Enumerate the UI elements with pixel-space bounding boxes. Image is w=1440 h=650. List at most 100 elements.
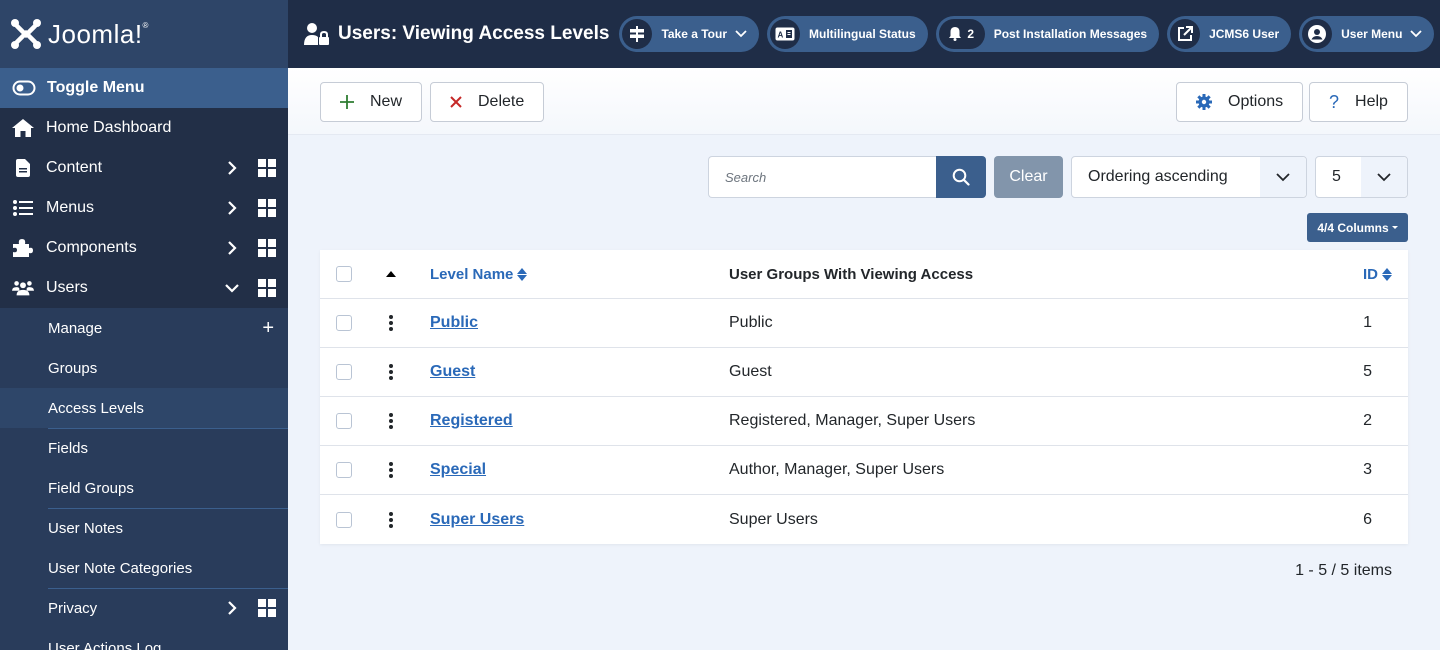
sidebar-item-label: Users	[46, 279, 88, 296]
drag-handle[interactable]	[386, 462, 396, 478]
row-checkbox[interactable]	[336, 511, 352, 528]
user-groups-cell: Public	[729, 314, 773, 331]
submenu-item-fields[interactable]: Fields	[0, 428, 288, 468]
toggle-menu-label: Toggle Menu	[47, 79, 145, 96]
ellipsis-vertical-icon	[389, 462, 393, 478]
chevron-down-icon[interactable]	[224, 283, 240, 293]
submenu-item-label: Privacy	[48, 599, 98, 617]
row-checkbox[interactable]	[336, 413, 352, 429]
sidebar-item-label: Content	[46, 159, 103, 176]
post-installation-messages-button[interactable]: 2 Post Installation Messages	[935, 16, 1160, 52]
level-name-link[interactable]: Guest	[430, 363, 475, 381]
external-link-icon	[1170, 19, 1201, 49]
drag-handle[interactable]	[386, 364, 396, 380]
chevron-right-icon[interactable]	[224, 600, 240, 616]
chevron-right-icon[interactable]	[224, 200, 240, 216]
columns-toggle-button[interactable]: 4/4 Columns	[1307, 213, 1408, 242]
table-header-row: Level Name User Groups With Viewing Acce…	[320, 250, 1408, 299]
post-installation-messages-label: Post Installation Messages	[993, 27, 1148, 41]
submenu-item-manage[interactable]: Manage +	[0, 308, 288, 348]
chevron-right-icon[interactable]	[224, 160, 240, 176]
search-button[interactable]	[936, 156, 986, 198]
submenu-item-label: Groups	[48, 359, 98, 377]
dashboard-grid-icon[interactable]	[258, 279, 276, 297]
submenu-item-label: Manage	[48, 319, 103, 337]
row-checkbox[interactable]	[336, 315, 352, 331]
ellipsis-vertical-icon	[389, 315, 393, 331]
submenu-item-field-groups[interactable]: Field Groups	[0, 468, 288, 508]
drag-handle[interactable]	[386, 315, 396, 331]
access-levels-table: Level Name User Groups With Viewing Acce…	[320, 250, 1408, 544]
options-button[interactable]: Options	[1176, 82, 1304, 122]
sidebar: Joomla!® Toggle Menu Home Dashboard Cont…	[0, 0, 288, 650]
caret-down-icon	[1391, 226, 1398, 229]
delete-button[interactable]: Delete	[430, 82, 545, 122]
joomla-logo[interactable]: Joomla!®	[10, 18, 149, 50]
row-checkbox[interactable]	[336, 364, 352, 380]
columns-label: 4/4 Columns	[1317, 220, 1389, 235]
user-groups-cell: Super Users	[729, 510, 818, 528]
select-all-checkbox[interactable]	[336, 266, 352, 282]
take-a-tour-button[interactable]: Take a Tour	[619, 16, 760, 52]
header: Users: Viewing Access Levels Take a Tour…	[288, 0, 1440, 68]
sidebar-item-users[interactable]: Users	[0, 268, 288, 308]
search-input[interactable]	[708, 156, 937, 198]
sidebar-item-menus[interactable]: Menus	[0, 188, 288, 228]
dashboard-grid-icon[interactable]	[258, 599, 276, 617]
id-header[interactable]: ID	[1363, 266, 1392, 283]
drag-handle[interactable]	[386, 413, 396, 429]
chevron-down-icon	[1260, 157, 1306, 197]
joomla-logo-icon	[11, 19, 41, 49]
submenu-item-groups[interactable]: Groups	[0, 348, 288, 388]
list-icon	[12, 200, 34, 216]
users-icon	[12, 280, 34, 296]
submenu-item-user-note-categories[interactable]: User Note Categories	[0, 548, 288, 588]
level-name-header[interactable]: Level Name	[430, 266, 528, 283]
toolbar: New Delete Options ? Help	[288, 68, 1440, 135]
site-link-button[interactable]: JCMS6 User	[1167, 16, 1292, 52]
level-name-link[interactable]: Registered	[430, 412, 513, 430]
user-groups-header: User Groups With Viewing Access	[729, 265, 974, 283]
submenu-item-privacy[interactable]: Privacy	[0, 588, 288, 628]
bell-icon	[949, 27, 962, 41]
users-submenu: Manage + Groups Access Levels Fields Fie…	[0, 308, 288, 650]
drag-handle[interactable]	[386, 511, 396, 528]
user-menu-button[interactable]: User Menu	[1299, 16, 1435, 52]
svg-text:A: A	[778, 31, 784, 40]
clear-button[interactable]: Clear	[994, 156, 1063, 198]
user-circle-icon	[1302, 19, 1333, 49]
list-limit-value: 5	[1332, 168, 1341, 185]
sidebar-item-content[interactable]: Content	[0, 148, 288, 188]
new-label: New	[370, 93, 403, 110]
chevron-right-icon[interactable]	[224, 240, 240, 256]
search-icon	[952, 168, 970, 186]
sidebar-item-home-dashboard[interactable]: Home Dashboard	[0, 108, 288, 148]
chevron-down-icon	[1361, 157, 1407, 197]
level-name-link[interactable]: Special	[430, 461, 486, 479]
dashboard-grid-icon[interactable]	[258, 159, 276, 177]
submenu-item-access-levels[interactable]: Access Levels	[0, 388, 288, 428]
dashboard-grid-icon[interactable]	[258, 199, 276, 217]
submenu-item-user-actions-log[interactable]: User Actions Log	[0, 628, 288, 650]
help-button[interactable]: ? Help	[1309, 82, 1408, 122]
multilingual-status-button[interactable]: A Multilingual Status	[767, 16, 928, 52]
page-title-text: Users: Viewing Access Levels	[338, 23, 610, 44]
ellipsis-vertical-icon	[389, 511, 393, 528]
list-limit-select[interactable]: 5	[1315, 156, 1408, 198]
ordering-sort-button[interactable]	[386, 271, 396, 277]
level-name-link[interactable]: Super Users	[430, 511, 524, 529]
id-cell: 6	[1363, 510, 1372, 528]
row-checkbox[interactable]	[336, 462, 352, 478]
plus-icon[interactable]: +	[262, 317, 274, 340]
sidebar-item-components[interactable]: Components	[0, 228, 288, 268]
new-button[interactable]: New	[320, 82, 423, 122]
level-name-link[interactable]: Public	[430, 314, 478, 332]
help-label: Help	[1355, 93, 1388, 110]
toggle-menu-button[interactable]: Toggle Menu	[0, 68, 288, 108]
ordering-select[interactable]: Ordering ascending	[1071, 156, 1307, 198]
signpost-icon	[622, 19, 653, 49]
submenu-item-label: Field Groups	[48, 479, 134, 497]
submenu-item-user-notes[interactable]: User Notes	[0, 508, 288, 548]
dashboard-grid-icon[interactable]	[258, 239, 276, 257]
user-groups-cell: Author, Manager, Super Users	[729, 461, 945, 478]
